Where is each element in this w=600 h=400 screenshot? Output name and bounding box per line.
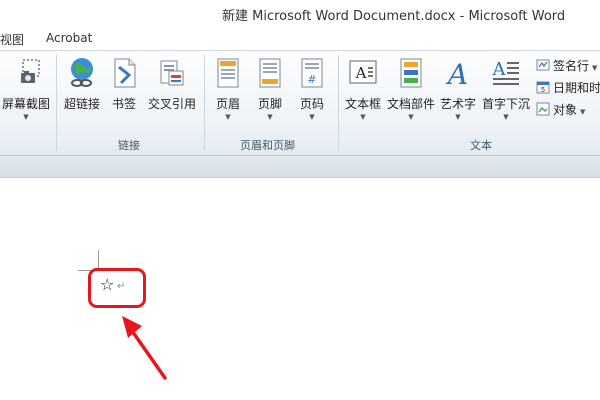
screenshot-button[interactable]: 屏幕截图 ▼ — [0, 55, 52, 127]
signature-line-icon — [536, 59, 550, 71]
quick-parts-icon — [400, 58, 422, 88]
screenshot-label: 屏幕截图 — [1, 97, 50, 111]
chevron-down-icon: ▼ — [360, 113, 366, 121]
hyperlink-label: 超链接 — [63, 97, 100, 111]
screenshot-icon — [21, 59, 40, 83]
date-time-button[interactable]: 5 日期和时 — [536, 79, 600, 97]
annotation-arrow-icon — [122, 316, 167, 380]
page-number-label: 页码 — [299, 97, 324, 111]
chevron-down-icon: ▼ — [408, 113, 414, 121]
chevron-down-icon: ▼ — [267, 113, 273, 121]
group-separator — [204, 55, 205, 151]
chevron-down-icon: ▼ — [580, 108, 586, 116]
object-button[interactable]: 对象 ▼ — [536, 101, 585, 119]
text-group-label: 文本 — [470, 139, 492, 152]
drop-cap-label: 首字下沉 — [481, 97, 530, 111]
page-number-button[interactable]: # 页码 ▼ — [292, 55, 332, 127]
object-icon — [536, 102, 550, 116]
header-label: 页眉 — [215, 97, 240, 111]
window-title: 新建 Microsoft Word Document.docx - Micros… — [222, 9, 566, 24]
textbox-button[interactable]: A 文本框 ▼ — [342, 55, 384, 127]
bookmark-button[interactable]: 书签 — [106, 55, 142, 127]
links-group-label: 链接 — [118, 139, 140, 152]
chevron-down-icon: ▼ — [503, 113, 509, 121]
drop-cap-icon: A — [492, 59, 519, 85]
margin-corner-mark — [98, 250, 99, 270]
cross-reference-button[interactable]: 交叉引用 — [144, 55, 200, 127]
bookmark-label: 书签 — [111, 97, 136, 111]
svg-text:5: 5 — [541, 86, 545, 94]
signature-line-label: 签名行 — [553, 59, 590, 73]
group-separator — [338, 55, 339, 151]
tab-acrobat[interactable]: Acrobat — [46, 31, 92, 45]
chevron-down-icon: ▼ — [455, 113, 461, 121]
ruler-strip — [0, 156, 600, 178]
wordart-button[interactable]: A 艺术字 ▼ — [438, 55, 478, 127]
footer-icon — [259, 58, 281, 88]
highlight-box — [88, 268, 146, 308]
chevron-down-icon: ▼ — [592, 64, 598, 72]
footer-button[interactable]: 页脚 ▼ — [250, 55, 290, 127]
header-button[interactable]: 页眉 ▼ — [208, 55, 248, 127]
cross-reference-icon — [160, 60, 184, 86]
group-separator — [56, 55, 57, 151]
chevron-down-icon: ▼ — [309, 113, 315, 121]
tab-view[interactable]: 视图 — [0, 31, 24, 48]
chevron-down-icon: ▼ — [225, 113, 231, 121]
cross-reference-label: 交叉引用 — [147, 97, 196, 111]
chevron-down-icon: ▼ — [23, 113, 29, 121]
textbox-label: 文本框 — [344, 97, 381, 111]
hyperlink-button[interactable]: 超链接 — [60, 55, 104, 127]
header-footer-group-label: 页眉和页脚 — [240, 139, 295, 152]
hyperlink-icon — [71, 58, 93, 87]
svg-text:A: A — [355, 64, 367, 82]
ribbon: 屏幕截图 ▼ 超链接 书签 交叉引用 链接 页眉 ▼ 页脚 ▼ # 页码 ▼ 页… — [0, 50, 600, 156]
footer-label: 页脚 — [257, 97, 282, 111]
signature-line-button[interactable]: 签名行 ▼ — [536, 57, 597, 75]
quick-parts-button[interactable]: 文档部件 ▼ — [386, 55, 436, 127]
bookmark-icon — [114, 58, 136, 88]
wordart-icon: A — [445, 58, 468, 89]
textbox-icon: A — [349, 60, 377, 84]
quick-parts-label: 文档部件 — [386, 97, 435, 111]
date-time-label: 日期和时 — [553, 81, 600, 95]
page-number-icon: # — [301, 58, 323, 88]
svg-text:A: A — [445, 58, 468, 89]
svg-text:A: A — [492, 59, 507, 80]
title-bar: 新建 Microsoft Word Document.docx - Micros… — [0, 0, 600, 26]
calendar-icon: 5 — [536, 81, 550, 94]
svg-text:#: # — [307, 73, 316, 86]
wordart-label: 艺术字 — [439, 97, 476, 111]
drop-cap-button[interactable]: A 首字下沉 ▼ — [480, 55, 532, 127]
menu-bar: 视图 Acrobat — [0, 26, 600, 50]
object-label: 对象 — [553, 103, 578, 117]
header-icon — [217, 58, 239, 88]
